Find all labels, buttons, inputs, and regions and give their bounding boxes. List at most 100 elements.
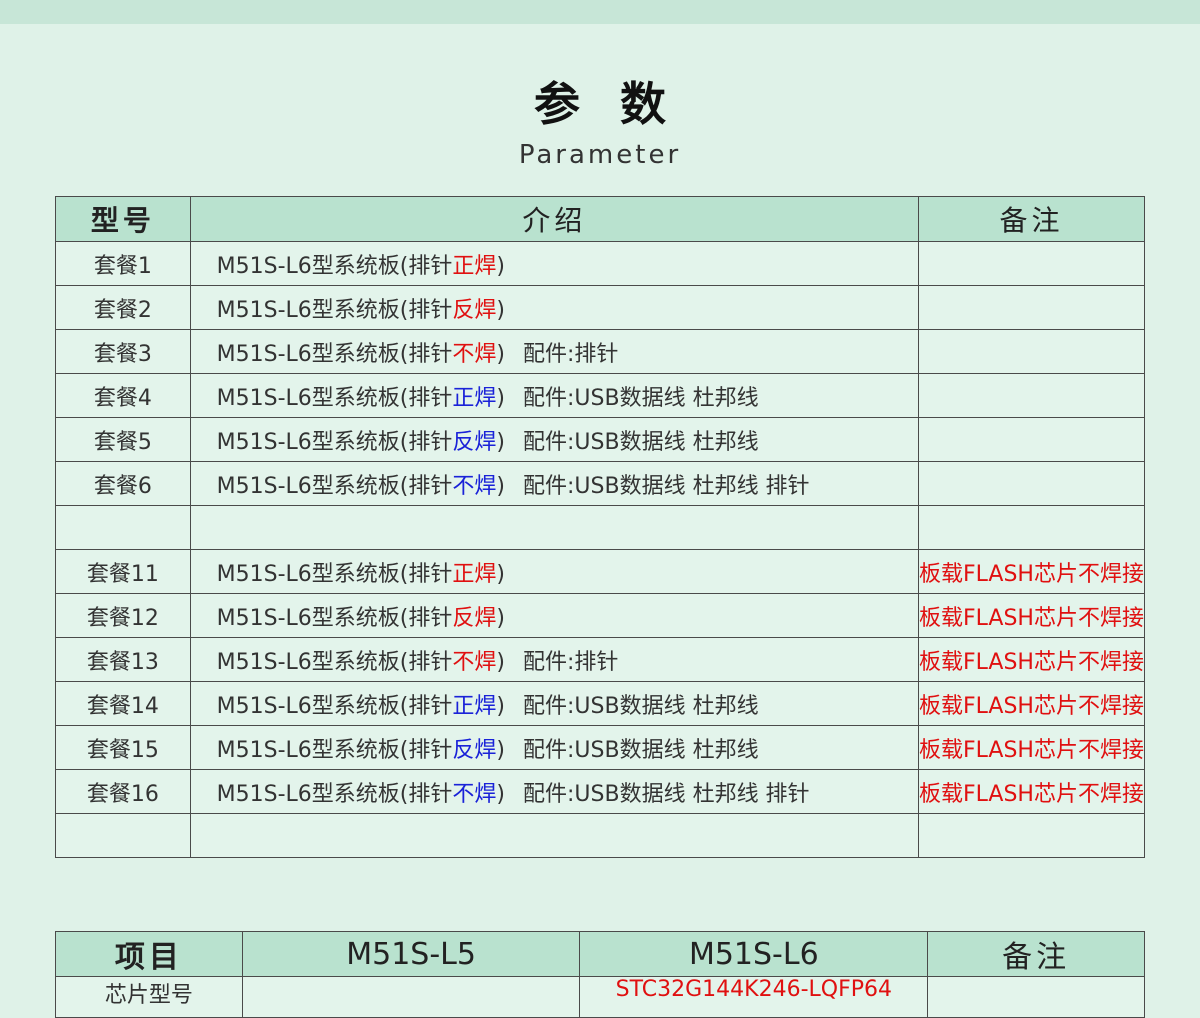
table-row: 套餐4 M51S-L6型系统板(排针正焊) 配件:USB数据线 杜邦线: [55, 373, 1145, 418]
intro-accessory: 配件:USB数据线 杜邦线 排针: [523, 781, 810, 807]
spec-column-header-note: 备注: [927, 931, 1145, 977]
intro-base: M51S-L6型系统板(排针: [216, 297, 453, 323]
table-row: 套餐16 M51S-L6型系统板(排针不焊) 配件:USB数据线 杜邦线 排针 板载F…: [55, 769, 1145, 814]
intro-base: M51S-L6型系统板(排针: [216, 737, 453, 763]
intro-tail: ): [496, 737, 505, 763]
package-intro: M51S-L6型系统板(排针不焊) 配件:USB数据线 杜邦线 排针: [189, 769, 920, 814]
table-row: 套餐5 M51S-L6型系统板(排针反焊) 配件:USB数据线 杜邦线: [55, 417, 1145, 462]
column-header-intro: 介绍: [189, 196, 920, 242]
package-model: 套餐12: [55, 593, 191, 638]
parameter-table: 型号 介绍 备注 套餐1 M51S-L6型系统板(排针正焊) 套餐2 M51S-L6型…: [55, 196, 1145, 858]
intro-base: M51S-L6型系统板(排针: [216, 561, 453, 587]
spec-column-header-l6: M51S-L6: [579, 931, 929, 977]
intro-tail: ): [496, 781, 505, 807]
spec-row: 芯片型号 STC32G144K246-LQFP64: [55, 976, 1145, 1018]
package-note: [918, 417, 1145, 462]
table-row: 套餐2 M51S-L6型系统板(排针反焊): [55, 285, 1145, 330]
package-model: [55, 813, 191, 858]
weld-type: 正焊: [452, 693, 497, 719]
intro-base: M51S-L6型系统板(排针: [216, 429, 453, 455]
page-title: 参数: [534, 77, 706, 131]
package-note: 板载FLASH芯片不焊接: [918, 769, 1145, 814]
table-header-row: 型号 介绍 备注: [55, 196, 1145, 242]
package-note: 板载FLASH芯片不焊接: [918, 593, 1145, 638]
intro-tail: ): [496, 649, 505, 675]
package-intro: M51S-L6型系统板(排针反焊) 配件:USB数据线 杜邦线: [189, 417, 920, 462]
intro-base: M51S-L6型系统板(排针: [216, 341, 453, 367]
spec-column-header-l5: M51S-L5: [241, 931, 581, 977]
column-header-model: 型号: [55, 196, 191, 242]
package-note: [918, 505, 1145, 550]
package-note: 板载FLASH芯片不焊接: [918, 725, 1145, 770]
weld-type: 不焊: [452, 649, 497, 675]
table-row: 套餐15 M51S-L6型系统板(排针反焊) 配件:USB数据线 杜邦线 板载FLAS…: [55, 725, 1145, 770]
package-model: 套餐2: [55, 285, 191, 330]
table-row: [55, 813, 1145, 858]
intro-base: M51S-L6型系统板(排针: [216, 649, 453, 675]
page-subtitle: Parameter: [518, 140, 682, 170]
intro-accessory: 配件:排针: [523, 649, 619, 675]
intro-accessory: 配件:USB数据线 杜邦线: [523, 693, 759, 719]
package-model: [55, 505, 191, 550]
package-note: [918, 373, 1145, 418]
weld-type: 反焊: [452, 429, 497, 455]
table-row: 套餐14 M51S-L6型系统板(排针正焊) 配件:USB数据线 杜邦线 板载FLAS…: [55, 681, 1145, 726]
intro-tail: ): [496, 605, 505, 631]
intro-tail: ): [496, 341, 505, 367]
column-header-note: 备注: [918, 196, 1145, 242]
intro-accessory: 配件:USB数据线 杜邦线: [523, 737, 759, 763]
package-intro: M51S-L6型系统板(排针正焊): [189, 549, 920, 594]
package-model: 套餐5: [55, 417, 191, 462]
table-row: 套餐12 M51S-L6型系统板(排针反焊) 板载FLASH芯片不焊接: [55, 593, 1145, 638]
package-intro: M51S-L6型系统板(排针反焊): [189, 593, 920, 638]
top-band: [0, 0, 1200, 24]
weld-type: 不焊: [452, 473, 497, 499]
spec-note: [927, 976, 1145, 1018]
intro-tail: ): [496, 429, 505, 455]
weld-type: 反焊: [452, 605, 497, 631]
spec-table-body: 芯片型号 STC32G144K246-LQFP64: [55, 976, 1145, 1018]
intro-tail: ): [496, 693, 505, 719]
package-intro: M51S-L6型系统板(排针不焊) 配件:排针: [189, 637, 920, 682]
table-row: 套餐3 M51S-L6型系统板(排针不焊) 配件:排针: [55, 329, 1145, 374]
intro-base: M51S-L6型系统板(排针: [216, 385, 453, 411]
package-model: 套餐15: [55, 725, 191, 770]
package-intro: [189, 813, 920, 858]
package-model: 套餐16: [55, 769, 191, 814]
package-intro: M51S-L6型系统板(排针反焊) 配件:USB数据线 杜邦线: [189, 725, 920, 770]
table-row: [55, 505, 1145, 550]
intro-tail: ): [496, 385, 505, 411]
package-note: 板载FLASH芯片不焊接: [918, 637, 1145, 682]
package-note: [918, 285, 1145, 330]
package-model: 套餐3: [55, 329, 191, 374]
weld-type: 不焊: [452, 341, 497, 367]
weld-type: 反焊: [452, 737, 497, 763]
intro-tail: ): [496, 253, 505, 279]
intro-accessory: 配件:排针: [523, 341, 619, 367]
package-intro: M51S-L6型系统板(排针不焊) 配件:USB数据线 杜邦线 排针: [189, 461, 920, 506]
spec-l6: STC32G144K246-LQFP64: [579, 976, 929, 1018]
intro-accessory: 配件:USB数据线 杜邦线 排针: [523, 473, 810, 499]
package-model: 套餐1: [55, 241, 191, 286]
package-note: [918, 813, 1145, 858]
package-note: 板载FLASH芯片不焊接: [918, 681, 1145, 726]
package-intro: [189, 505, 920, 550]
package-intro: M51S-L6型系统板(排针正焊): [189, 241, 920, 286]
table-row: 套餐11 M51S-L6型系统板(排针正焊) 板载FLASH芯片不焊接: [55, 549, 1145, 594]
intro-base: M51S-L6型系统板(排针: [216, 605, 453, 631]
intro-accessory: 配件:USB数据线 杜邦线: [523, 385, 759, 411]
package-intro: M51S-L6型系统板(排针不焊) 配件:排针: [189, 329, 920, 374]
package-model: 套餐13: [55, 637, 191, 682]
intro-tail: ): [496, 297, 505, 323]
package-model: 套餐6: [55, 461, 191, 506]
intro-base: M51S-L6型系统板(排针: [216, 781, 453, 807]
spec-table: 项目 M51S-L5 M51S-L6 备注 芯片型号 STC32G144K246-…: [55, 931, 1145, 1018]
package-model: 套餐14: [55, 681, 191, 726]
intro-base: M51S-L6型系统板(排针: [216, 473, 453, 499]
package-note: 板载FLASH芯片不焊接: [918, 549, 1145, 594]
table-row: 套餐13 M51S-L6型系统板(排针不焊) 配件:排针 板载FLASH芯片不焊接: [55, 637, 1145, 682]
weld-type: 正焊: [452, 253, 497, 279]
package-note: [918, 329, 1145, 374]
spec-column-header-item: 项目: [55, 931, 243, 977]
weld-type: 正焊: [452, 385, 497, 411]
